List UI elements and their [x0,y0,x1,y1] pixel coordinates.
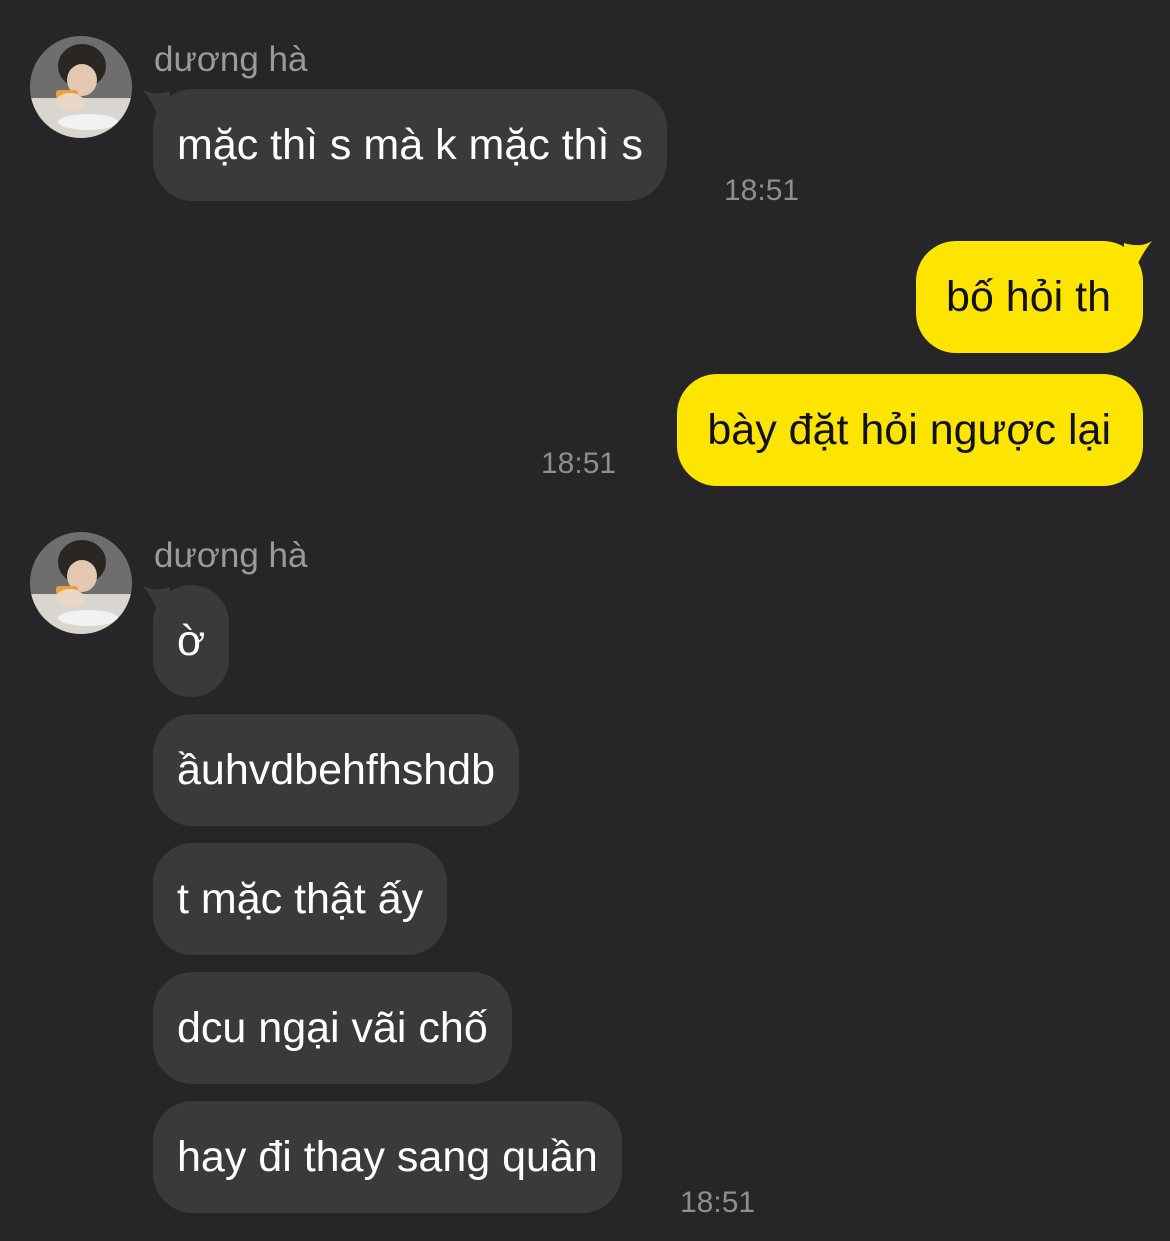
message-bubble[interactable]: mặc thì s mà k mặc thì s [153,89,667,201]
message-bubble[interactable]: t mặc thật ấy [153,843,448,955]
message-bubble[interactable]: bày đặt hỏi ngược lại [677,374,1143,486]
message-timestamp: 18:51 [724,174,800,207]
message-bubble[interactable]: ờ [153,585,230,697]
message-bubble[interactable]: dcu ngại vãi chố [153,972,512,1084]
profile-photo-icon [30,36,132,138]
avatar[interactable] [30,532,132,634]
sender-name: dương hà [154,40,308,79]
message-timestamp: 18:51 [541,447,617,480]
message-bubble[interactable]: ầuhvdbehfhshdb [153,714,520,826]
avatar[interactable] [30,36,132,138]
sender-name: dương hà [154,536,308,575]
message-bubble[interactable]: hay đi thay sang quần [153,1101,622,1213]
message-bubble[interactable]: bố hỏi th [916,241,1143,353]
profile-photo-icon [30,532,132,634]
message-timestamp: 18:51 [680,1186,756,1219]
